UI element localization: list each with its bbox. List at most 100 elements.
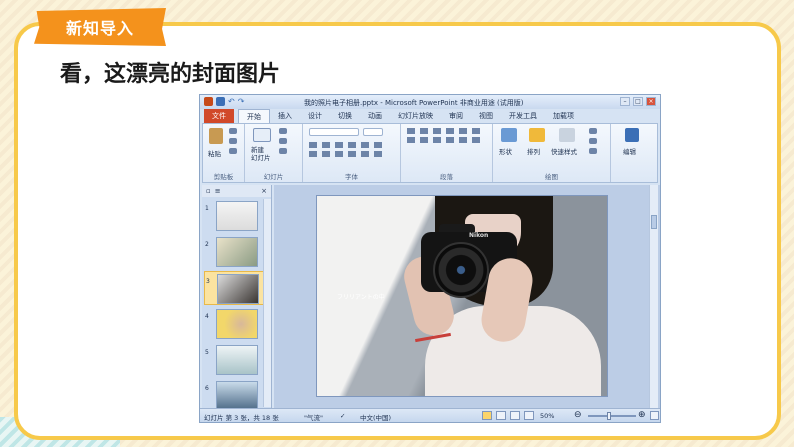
thumbnail-4[interactable]: 4 [204,307,268,341]
panel-scrollbar[interactable] [263,199,271,407]
quick-style-icon[interactable] [559,128,575,142]
tab-transitions[interactable]: 切换 [330,109,360,123]
smartart-icon[interactable] [472,137,480,143]
editor-scrollbar[interactable] [649,185,658,409]
shape-effects-icon[interactable] [589,148,597,154]
font-color-icon[interactable] [309,151,317,157]
slide-caption[interactable]: フリリアントの中 [337,292,385,301]
tab-animations[interactable]: 动画 [360,109,390,123]
tab-addins[interactable]: 加载项 [545,109,582,123]
paste-button[interactable]: 粘贴 [208,148,221,158]
grow-font-icon[interactable] [322,151,330,157]
underline-icon[interactable] [335,142,343,148]
fit-slide-button[interactable] [650,411,659,420]
editor-scrollbar-thumb[interactable] [651,215,657,229]
arrange-icon[interactable] [529,128,545,142]
tab-review[interactable]: 审阅 [441,109,471,123]
zoom-slider[interactable] [588,415,636,417]
new-slide-button[interactable]: 新建 幻灯片 [251,146,271,162]
highlight-icon[interactable] [374,151,382,157]
bold-icon[interactable] [309,142,317,148]
outline-tab-icon[interactable]: ≡ [215,187,221,195]
numbering-icon[interactable] [420,128,428,134]
strike-icon[interactable] [361,142,369,148]
undo-icon[interactable]: ↶ [228,97,235,106]
copy-icon[interactable] [229,138,237,144]
thumbnail-2[interactable]: 2 [204,235,268,269]
font-name-select[interactable] [309,128,359,136]
spacing-icon[interactable] [374,142,382,148]
increase-indent-icon[interactable] [446,128,454,134]
save-icon[interactable] [216,97,225,106]
line-spacing-icon[interactable] [459,128,467,134]
zoom-slider-knob[interactable] [607,412,611,420]
tab-slideshow[interactable]: 幻灯片放映 [390,109,441,123]
font-format-buttons[interactable] [309,142,384,157]
tab-design[interactable]: 设计 [300,109,330,123]
thumbnail-image [217,274,259,304]
thumbnail-1[interactable]: 1 [204,199,268,233]
normal-view-button[interactable] [482,411,492,420]
shadow-icon[interactable] [348,142,356,148]
tab-developer[interactable]: 开发工具 [501,109,545,123]
tab-view[interactable]: 视图 [471,109,501,123]
quick-style-button[interactable]: 快速样式 [551,146,577,156]
align-center-icon[interactable] [420,137,428,143]
powerpoint-icon[interactable] [204,97,213,106]
columns-icon[interactable] [472,128,480,134]
clear-format-icon[interactable] [361,151,369,157]
current-slide[interactable]: Nikon フリリアントの中 [316,195,608,397]
shape-fill-icon[interactable] [589,128,597,134]
shape-button[interactable]: 形状 [499,146,512,156]
powerpoint-window: ↶ ↷ 我的照片电子相册.pptx - Microsoft PowerPoint… [199,94,661,423]
thumbnail-image [216,237,258,267]
cut-icon[interactable] [229,128,237,134]
section-icon[interactable] [279,148,287,154]
reading-view-button[interactable] [510,411,520,420]
align-right-icon[interactable] [433,137,441,143]
align-left-icon[interactable] [407,137,415,143]
status-bar: 幻灯片 第 3 张，共 18 张 "气流" ✓ 中文(中国) 50% ⊖ ⊕ [200,408,660,422]
edit-button[interactable]: 编辑 [623,146,636,156]
text-direction-icon[interactable] [459,137,467,143]
tab-home[interactable]: 开始 [238,109,270,123]
layout-icon[interactable] [279,128,287,134]
camera-brand-mark: Nikon [469,232,489,239]
slideshow-view-button[interactable] [524,411,534,420]
redo-icon[interactable]: ↷ [238,97,245,106]
section-tag-label: 新知导入 [65,19,134,38]
thumbnail-number: 1 [205,205,209,212]
reset-icon[interactable] [279,138,287,144]
case-icon[interactable] [348,151,356,157]
decrease-indent-icon[interactable] [433,128,441,134]
minimize-button[interactable]: – [620,97,630,106]
zoom-level[interactable]: 50% [540,412,554,420]
shape-outline-icon[interactable] [589,138,597,144]
thumbnail-5[interactable]: 5 [204,343,268,377]
bullets-icon[interactable] [407,128,415,134]
shrink-font-icon[interactable] [335,151,343,157]
paste-icon[interactable] [209,128,223,144]
close-button[interactable]: × [646,97,656,106]
format-painter-icon[interactable] [229,148,237,154]
arrange-button[interactable]: 排列 [527,146,540,156]
shape-icon[interactable] [501,128,517,142]
zoom-out-icon[interactable]: ⊖ [574,410,582,420]
tab-file[interactable]: 文件 [204,109,234,123]
panel-close-button[interactable]: × [261,187,267,195]
thumbnail-3[interactable]: 3 [204,271,268,305]
font-size-select[interactable] [363,128,383,136]
page-title: 看，这漂亮的封面图片 [60,62,281,87]
zoom-in-icon[interactable]: ⊕ [638,410,646,420]
maximize-button[interactable]: □ [633,97,643,106]
language-indicator[interactable]: 中文(中国) [360,412,391,422]
tab-insert[interactable]: 插入 [270,109,300,123]
sorter-view-button[interactable] [496,411,506,420]
new-slide-icon[interactable] [253,128,271,142]
paragraph-buttons[interactable] [407,128,482,143]
italic-icon[interactable] [322,142,330,148]
spellcheck-icon[interactable]: ✓ [340,412,345,420]
slides-tab-icon[interactable]: ▫ [206,187,211,195]
find-icon[interactable] [625,128,639,142]
justify-icon[interactable] [446,137,454,143]
